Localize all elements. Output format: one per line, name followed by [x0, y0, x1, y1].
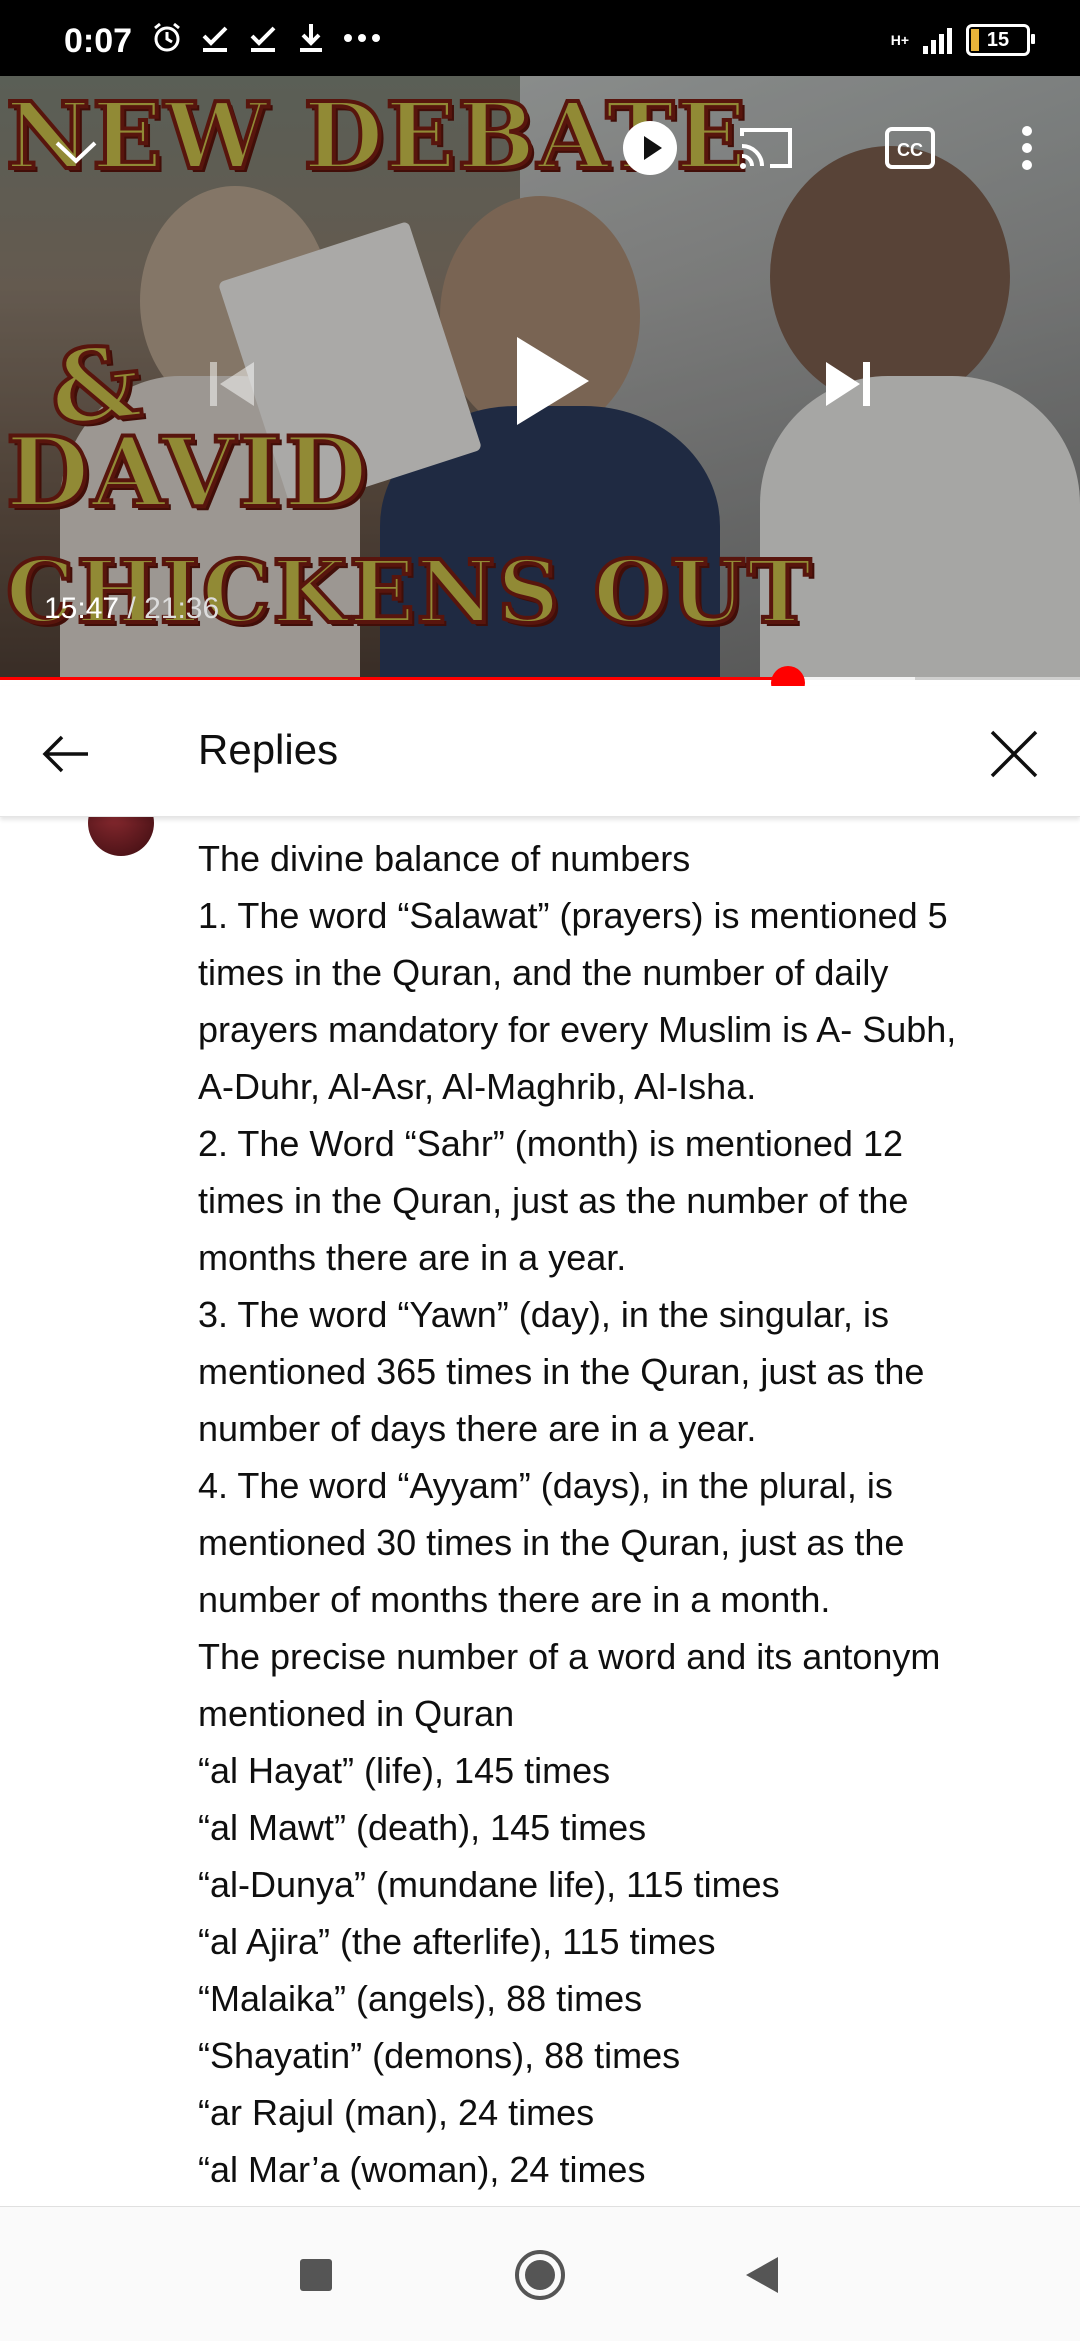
- back-nav-button[interactable]: [734, 2247, 790, 2303]
- skip-previous-icon: [210, 362, 254, 406]
- seek-bar[interactable]: [0, 677, 1080, 680]
- comment-line: 3. The word “Yawn” (day), in the singula…: [198, 1294, 889, 1335]
- recents-square-icon: [300, 2259, 332, 2291]
- status-bar: 0:07 H+ 15: [0, 0, 1080, 76]
- current-time: 15:47: [44, 592, 120, 625]
- comment-line: 4. The word “Ayyam” (days), in the plura…: [198, 1465, 893, 1506]
- download-icon: [300, 24, 322, 52]
- comment-line: number of months there are in a month.: [198, 1579, 831, 1620]
- autoplay-play-icon: [623, 121, 677, 175]
- cast-icon: [740, 128, 792, 169]
- comment-line: “ar Rajul (man), 24 times: [198, 2092, 595, 2133]
- back-triangle-icon: [746, 2257, 778, 2293]
- comment-line: times in the Quran, and the number of da…: [198, 952, 889, 993]
- autoplay-toggle[interactable]: [620, 118, 680, 178]
- battery-level: 15: [986, 28, 1010, 51]
- home-circle-icon: [515, 2250, 565, 2300]
- comment-line: prayers mandatory for every Muslim is A-…: [198, 1009, 957, 1050]
- replies-list[interactable]: The divine balance of numbers 1. The word…: [0, 816, 1080, 2206]
- status-time: 0:07: [64, 22, 133, 60]
- replies-header: Replies: [0, 686, 1080, 817]
- status-notification-icons: [150, 20, 382, 54]
- network-type: H+: [890, 32, 909, 48]
- video-player[interactable]: NEW DEBATE & DAVID CHICKENS OUT CC 15:47…: [0, 76, 1080, 680]
- comment-line: The divine balance of numbers: [198, 838, 691, 879]
- video-timecode: 15:47 / 21:36: [44, 592, 219, 626]
- svg-text:CC: CC: [897, 140, 923, 160]
- comment-line: “al-Dunya” (mundane life), 115 times: [198, 1864, 780, 1905]
- comment-line: mentioned 365 times in the Quran, just a…: [198, 1351, 925, 1392]
- play-button[interactable]: [496, 326, 606, 436]
- comment-line: times in the Quran, just as the number o…: [198, 1180, 909, 1221]
- battery-icon: 15: [966, 24, 1035, 56]
- captions-button[interactable]: CC: [878, 118, 942, 178]
- alarm-icon: [154, 22, 180, 52]
- cast-button[interactable]: [736, 118, 796, 178]
- comment-line: “al Mawt” (death), 145 times: [198, 1807, 647, 1848]
- back-button[interactable]: [36, 724, 96, 784]
- minimize-button[interactable]: [44, 120, 108, 184]
- avatar[interactable]: [88, 816, 154, 856]
- comment-line: “Malaika” (angels), 88 times: [198, 1978, 643, 2019]
- arrow-back-icon: [42, 735, 88, 773]
- video-duration: 21:36: [144, 592, 220, 625]
- comment-text: The divine balance of numbers 1. The word…: [198, 830, 1028, 2198]
- comment-line: months there are in a year.: [198, 1237, 627, 1278]
- time-separator: /: [119, 592, 145, 625]
- comment-line: “al Mar’a (woman), 24 times: [198, 2149, 646, 2190]
- chevron-down-icon: [55, 141, 97, 164]
- comment-line: 2. The Word “Sahr” (month) is mentioned …: [198, 1123, 903, 1164]
- comment-line: “al Ajira” (the afterlife), 115 times: [198, 1921, 716, 1962]
- comment-line: 1. The word “Salawat” (prayers) is menti…: [198, 895, 948, 936]
- download-done-icon: [250, 26, 276, 52]
- more-vert-icon: [1022, 126, 1032, 170]
- comment-line: The precise number of a word and its ant…: [198, 1636, 941, 1677]
- comment-line: mentioned 30 times in the Quran, just as…: [198, 1522, 905, 1563]
- comment-line: “al Hayat” (life), 145 times: [198, 1750, 611, 1791]
- replies-title: Replies: [198, 726, 339, 773]
- comment-line: mentioned in Quran: [198, 1693, 515, 1734]
- played-progress: [0, 677, 789, 680]
- comment-line: “Shayatin” (demons), 88 times: [198, 2035, 681, 2076]
- home-button[interactable]: [512, 2247, 568, 2303]
- next-button[interactable]: [812, 348, 884, 420]
- signal-icon: [923, 26, 952, 54]
- close-icon: [990, 730, 1038, 778]
- download-done-icon: [202, 26, 228, 52]
- close-button[interactable]: [984, 724, 1044, 784]
- battery-fill: [971, 29, 980, 51]
- recents-button[interactable]: [288, 2247, 344, 2303]
- status-right: H+ 15: [890, 24, 1035, 56]
- closed-captions-icon: CC: [885, 127, 935, 169]
- more-dots-icon: [344, 34, 380, 42]
- comment-line: number of days there are in a year.: [198, 1408, 757, 1449]
- skip-next-icon: [826, 362, 870, 406]
- system-nav-bar: [0, 2206, 1080, 2341]
- previous-button[interactable]: [196, 348, 268, 420]
- comment-line: A-Duhr, Al-Asr, Al-Maghrib, Al-Isha.: [198, 1066, 757, 1107]
- play-icon: [517, 337, 589, 425]
- more-options-button[interactable]: [1000, 118, 1054, 178]
